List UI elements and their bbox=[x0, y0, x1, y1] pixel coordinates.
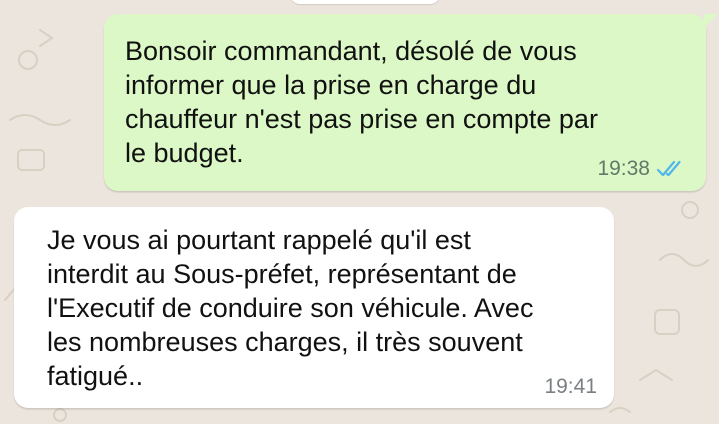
message-text: Bonsoir commandant, désolé de vous infor… bbox=[125, 36, 598, 168]
incoming-message-bubble[interactable]: Je vous ai pourtant rappelé qu'il est in… bbox=[14, 207, 614, 408]
previous-message-bubble-edge bbox=[290, 0, 440, 4]
outgoing-message-bubble[interactable]: Bonsoir commandant, désolé de vous infor… bbox=[104, 14, 718, 191]
message-time: 19:41 bbox=[544, 375, 597, 398]
message-time: 19:38 bbox=[597, 157, 650, 180]
double-check-icon bbox=[656, 160, 681, 177]
message-meta: 19:38 bbox=[597, 157, 684, 181]
message-text: Je vous ai pourtant rappelé qu'il est in… bbox=[47, 225, 534, 391]
message-meta: 19:41 bbox=[544, 375, 597, 399]
